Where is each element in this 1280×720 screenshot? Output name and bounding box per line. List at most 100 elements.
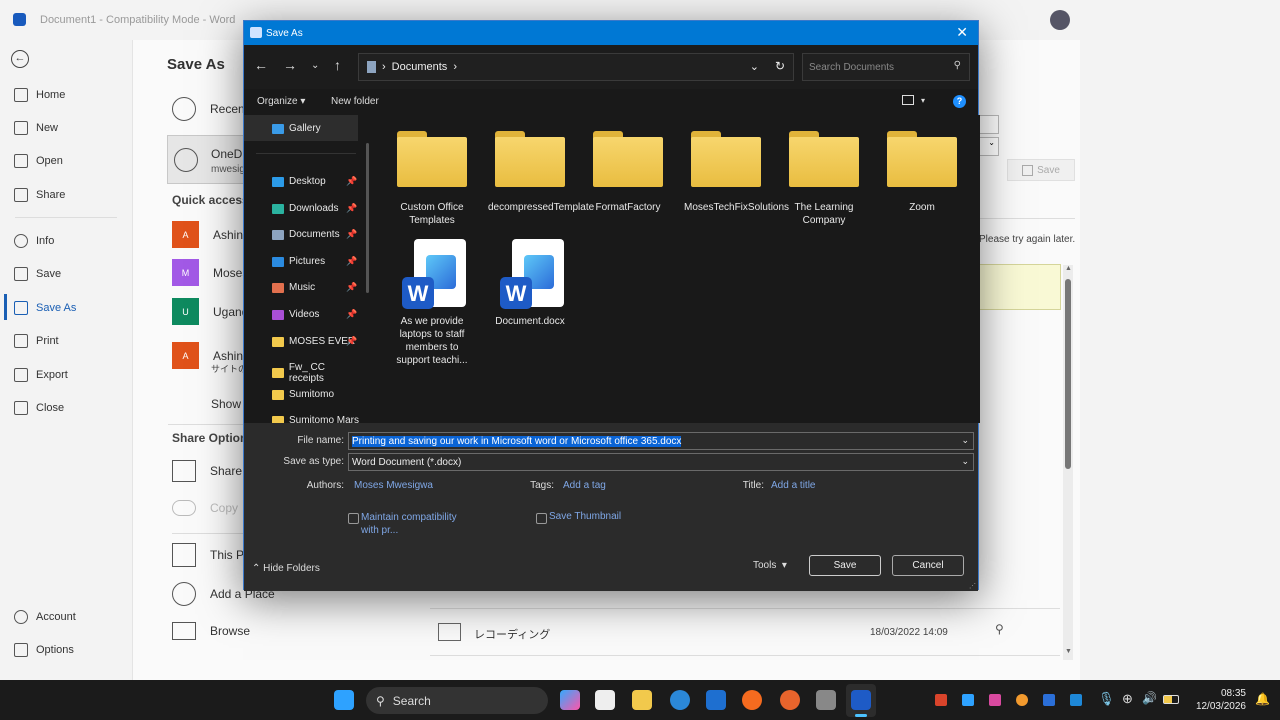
quick-access-item[interactable]: M Moses xyxy=(172,259,248,286)
nav-print[interactable]: Print xyxy=(14,334,59,348)
onenote-icon[interactable] xyxy=(989,694,1001,706)
back-arrow-icon[interactable]: ← xyxy=(254,57,268,73)
scroll-down-icon[interactable]: ▼ xyxy=(1065,648,1072,655)
browse[interactable]: Browse xyxy=(172,622,250,640)
help-icon[interactable]: ? xyxy=(953,95,966,108)
nav-pane-item-folder[interactable]: Fw_ CC receipts xyxy=(272,362,362,384)
nav-scrollbar[interactable] xyxy=(366,143,369,293)
microphone-icon[interactable]: 🎙 xyxy=(1098,691,1115,707)
outlook-icon[interactable] xyxy=(706,690,726,710)
nav-close[interactable]: Close xyxy=(14,401,64,415)
info-tray-icon[interactable] xyxy=(1043,694,1055,706)
folder-item[interactable]: The Learning Company xyxy=(776,131,872,227)
address-bar[interactable]: › Documents › ⌄ ↻ xyxy=(358,53,794,81)
nav-open[interactable]: Open xyxy=(14,154,63,168)
scrollbar[interactable]: ▲ ▼ xyxy=(1063,265,1073,660)
add-title-link[interactable]: Add a title xyxy=(771,480,815,491)
file-row-name[interactable]: レコーディング xyxy=(474,626,550,642)
tools-menu[interactable]: Tools ▾ xyxy=(753,560,787,571)
defender-icon[interactable] xyxy=(1070,694,1082,706)
nav-pane-item-music[interactable]: Music 📌 xyxy=(272,282,362,293)
new-folder-button[interactable]: New folder xyxy=(331,96,379,107)
camera-app-icon[interactable] xyxy=(816,690,836,710)
breadcrumb-documents[interactable]: Documents xyxy=(392,61,448,73)
nav-save[interactable]: Save xyxy=(14,267,61,281)
resize-grip-icon[interactable]: ⋰ xyxy=(969,582,976,590)
taskbar-search[interactable]: ⚲ Search xyxy=(366,687,548,714)
tray-app-icon[interactable] xyxy=(962,694,974,706)
copilot-icon[interactable] xyxy=(560,690,580,710)
nav-pane-item-folder[interactable]: Sumitomo xyxy=(272,389,362,400)
location-this-pc[interactable]: This P xyxy=(172,543,244,567)
nav-pane-item-pictures[interactable]: Pictures 📌 xyxy=(272,256,362,267)
nav-pane-item-folder[interactable]: Sumitomo Mars xyxy=(272,415,362,423)
nav-pane-item-documents[interactable]: Documents 📌 xyxy=(272,229,362,240)
nav-options[interactable]: Options xyxy=(14,643,74,657)
organize-menu[interactable]: Organize ▾ xyxy=(257,96,305,107)
maintain-compatibility-checkbox[interactable] xyxy=(348,513,359,524)
search-documents-input[interactable]: Search Documents ⚲ xyxy=(802,53,970,81)
close-icon[interactable]: ✕ xyxy=(956,24,968,41)
share-option[interactable]: Share xyxy=(172,460,242,482)
nav-pane-item-videos[interactable]: Videos 📌 xyxy=(272,309,362,320)
file-name-input[interactable]: Printing and saving our work in Microsof… xyxy=(348,432,974,450)
location-recent[interactable]: Recent xyxy=(172,97,248,121)
word-taskbar-icon[interactable] xyxy=(851,690,871,710)
nav-pane-item-gallery[interactable]: Gallery xyxy=(272,123,362,134)
folder-item[interactable]: MosesTechFixSolutions xyxy=(678,131,789,214)
save-button[interactable]: Save xyxy=(809,555,881,576)
save-button-disabled[interactable]: Save xyxy=(1007,159,1075,181)
badge-app-icon[interactable] xyxy=(780,690,800,710)
nav-share[interactable]: Share xyxy=(14,188,65,202)
save-thumbnail-label[interactable]: Save Thumbnail xyxy=(549,511,621,522)
chevron-down-icon[interactable]: ⌄ xyxy=(961,435,969,446)
hide-folders-button[interactable]: ⌃ Hide Folders xyxy=(252,563,320,574)
refresh-icon[interactable]: ↻ xyxy=(775,59,785,73)
firefox-icon[interactable] xyxy=(742,690,762,710)
pin-icon[interactable]: 📌 xyxy=(346,282,357,293)
view-dropdown-icon[interactable]: ▾ xyxy=(921,96,925,105)
nav-pane-item-desktop[interactable]: Desktop 📌 xyxy=(272,176,362,187)
clock[interactable]: 08:35 12/03/2026 xyxy=(1192,687,1246,713)
folder-item[interactable]: decompressedTemplate xyxy=(482,131,594,214)
network-icon[interactable]: ⊕ xyxy=(1122,691,1133,707)
pin-icon[interactable]: 📌 xyxy=(346,256,357,267)
recent-locations-chevron-icon[interactable]: ⌄ xyxy=(311,60,319,71)
quick-access-item[interactable]: A Ashina xyxy=(172,221,250,248)
document-item[interactable]: W Document.docx xyxy=(482,239,578,328)
pin-icon[interactable]: 📌 xyxy=(346,336,357,347)
start-icon[interactable] xyxy=(334,690,354,710)
chevron-down-icon[interactable]: ⌄ xyxy=(961,456,969,467)
scroll-thumb[interactable] xyxy=(1065,279,1071,469)
quick-access-item[interactable]: U Ugand xyxy=(172,298,248,325)
nav-home[interactable]: Home xyxy=(14,88,65,102)
notification-bell-icon[interactable]: 🔔 xyxy=(1255,692,1270,706)
folder-item[interactable]: Custom Office Templates xyxy=(384,131,480,227)
show-more-link[interactable]: Show xyxy=(211,397,241,411)
nav-info[interactable]: Info xyxy=(14,234,54,248)
document-item[interactable]: W As we provide laptops to staff members … xyxy=(384,239,480,367)
up-arrow-icon[interactable]: ↑ xyxy=(334,57,341,73)
back-button[interactable]: ← xyxy=(11,50,29,68)
user-avatar[interactable] xyxy=(1050,10,1070,30)
maintain-compatibility-label[interactable]: Maintain compatibility with pr... xyxy=(361,511,471,537)
nav-pane-item-download[interactable]: Downloads 📌 xyxy=(272,203,362,214)
folder-item[interactable]: FormatFactory xyxy=(580,131,676,214)
forward-arrow-icon[interactable]: → xyxy=(283,57,297,73)
pin-icon[interactable]: 📌 xyxy=(346,309,357,320)
authors-value[interactable]: Moses Mwesigwa xyxy=(354,480,433,491)
copy-link-option[interactable]: Copy xyxy=(172,500,238,516)
cancel-button[interactable]: Cancel xyxy=(892,555,964,576)
nav-save-as[interactable]: Save As xyxy=(14,301,76,315)
save-thumbnail-checkbox[interactable] xyxy=(536,513,547,524)
volume-icon[interactable]: 🔊 xyxy=(1142,691,1157,705)
nav-pane-item-folder[interactable]: MOSES EVER 📌 xyxy=(272,336,362,347)
file-explorer-icon[interactable] xyxy=(632,690,652,710)
security-shield-icon[interactable] xyxy=(935,694,947,706)
pin-icon[interactable]: 📌 xyxy=(346,176,357,187)
pin-icon[interactable]: 📌 xyxy=(346,203,357,214)
view-options-icon[interactable] xyxy=(902,95,914,105)
pin-icon[interactable]: 📌 xyxy=(346,229,357,240)
battery-icon[interactable] xyxy=(1163,695,1179,704)
nav-account[interactable]: Account xyxy=(14,610,76,624)
